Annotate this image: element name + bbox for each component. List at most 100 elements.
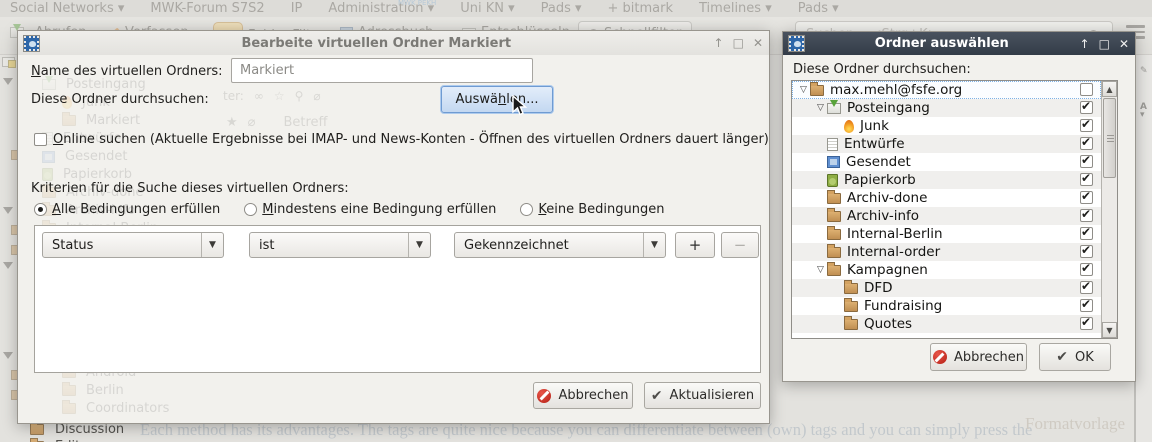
folder-icon <box>844 301 858 312</box>
expander-icon[interactable]: ▽ <box>814 265 827 275</box>
folder-tree-row[interactable]: DFD <box>792 279 1101 297</box>
match-mode-radio[interactable]: Mindestens eine Bedingung erfüllen <box>244 202 496 217</box>
maximize-button[interactable]: □ <box>1099 37 1110 51</box>
folder-checkbox[interactable] <box>1080 83 1093 96</box>
thunderbird-icon <box>789 36 804 51</box>
folder-name: Kampagnen <box>847 262 928 278</box>
folder-name: Archiv-info <box>847 208 919 224</box>
bookmark-item[interactable]: MWK-Forum S7S2 <box>150 1 264 16</box>
update-button[interactable]: ✔ Aktualisieren <box>644 382 761 409</box>
tree-expander-icon[interactable] <box>3 352 13 364</box>
tree-scrollbar[interactable]: ▲ ▼ <box>1101 81 1117 338</box>
trash-icon <box>42 168 53 181</box>
sent-icon <box>42 151 55 163</box>
folder-tree-row[interactable]: ▽Posteingang <box>792 99 1101 117</box>
online-search-checkbox[interactable] <box>34 133 47 146</box>
bookmark-item[interactable]: IP <box>291 1 303 16</box>
minimize-button[interactable]: ↑ <box>1080 37 1090 51</box>
folder-tree-row[interactable]: Junk <box>792 117 1101 135</box>
mouse-cursor <box>512 95 528 118</box>
maximize-button[interactable]: □ <box>733 36 744 50</box>
folder-tree-row[interactable]: Entwürfe <box>792 135 1101 153</box>
bookmark-item[interactable]: Social Networks ▾ <box>10 1 124 16</box>
folder-tree: ▽max.mehl@fsfe.org▽PosteingangJunkEntwür… <box>791 80 1118 339</box>
folder-tree-row[interactable]: Internal-order <box>792 243 1101 261</box>
ghost-folder-name: Posteingang <box>66 77 146 92</box>
match-mode-radio[interactable]: Keine Bedingungen <box>520 202 664 217</box>
folder-checkbox[interactable] <box>1080 281 1093 294</box>
folder-tree-row[interactable]: Archiv-info <box>792 207 1101 225</box>
folder-tree-row[interactable]: Archiv-done <box>792 189 1101 207</box>
ok-button[interactable]: ✔ OK <box>1039 343 1111 371</box>
folder-tree-row[interactable]: Fundraising <box>792 297 1101 315</box>
remove-criteria-button[interactable]: − <box>721 232 759 258</box>
folder-checkbox[interactable] <box>1080 119 1093 132</box>
cancel-icon <box>537 389 551 403</box>
folder-icon <box>827 211 841 222</box>
choose-folders-button[interactable]: Auswählen... <box>441 86 553 113</box>
dialog-title: Bearbeite virtuellen Ordner Markiert <box>45 36 708 51</box>
bookmark-item[interactable]: Uni KN ▾ <box>460 1 514 16</box>
match-mode-radio[interactable]: Alle Bedingungen erfüllen <box>34 202 220 217</box>
ghost-folder-row: Papierkorb <box>42 167 132 182</box>
bookmark-item[interactable]: + bitmark <box>608 1 674 16</box>
virtual-folder-name-input[interactable]: Markiert <box>231 58 533 83</box>
dialog-titlebar[interactable]: Bearbeite virtuellen Ordner Markiert ↑ □ ✕ <box>18 31 769 55</box>
folder-checkbox[interactable] <box>1080 263 1093 276</box>
folder-checkbox[interactable] <box>1080 101 1093 114</box>
folder-checkbox[interactable] <box>1080 317 1093 330</box>
scrollbar-thumb[interactable] <box>1103 98 1116 178</box>
close-button[interactable]: ✕ <box>753 36 763 50</box>
bookmark-item[interactable]: Timelines ▾ <box>699 1 772 16</box>
folder-checkbox[interactable] <box>1080 245 1093 258</box>
ghost-filterbar: ter:∞☆⚲⌀ <box>223 89 321 103</box>
edit-virtual-folder-dialog: Bearbeite virtuellen Ordner Markiert ↑ □ ✕… <box>17 30 770 424</box>
criteria-operator-select[interactable]: ist▼ <box>249 232 431 258</box>
criteria-attribute-select[interactable]: Status▼ <box>42 232 224 258</box>
minimize-button[interactable]: ↑ <box>714 36 724 50</box>
folder-tree-row[interactable]: ▽ Kampagnen <box>792 261 1101 279</box>
scroll-down-button[interactable]: ▼ <box>1102 322 1117 338</box>
radio-icon <box>34 203 47 216</box>
scroll-up-button[interactable]: ▲ <box>1102 81 1117 97</box>
expander-icon[interactable]: ▽ <box>797 85 810 95</box>
name-label: Name des virtuellen Ordners: <box>31 64 223 79</box>
folder-checkbox[interactable] <box>1080 227 1093 240</box>
ghost-folder-row: Berlin <box>62 383 124 398</box>
folder-tree-row[interactable]: Gesendet <box>792 153 1101 171</box>
inbox-icon <box>827 103 841 114</box>
bookmark-item[interactable]: Pads ▾ <box>798 1 839 16</box>
cancel-icon <box>933 350 947 364</box>
folder-tree-row[interactable]: Internal-Berlin <box>792 225 1101 243</box>
folder-tree-row[interactable]: ▽max.mehl@fsfe.org <box>792 81 1101 99</box>
format-template-label: Formatvorlage <box>1025 414 1125 434</box>
dialog-titlebar[interactable]: Ordner auswählen ↑□✕ <box>783 32 1135 55</box>
tree-expander-icon[interactable] <box>3 262 13 274</box>
folder-icon <box>827 265 841 276</box>
tree-expander-icon[interactable] <box>3 78 13 90</box>
folder-checkbox[interactable] <box>1080 137 1093 150</box>
folder-icon <box>827 193 841 204</box>
folder-checkbox[interactable] <box>1080 155 1093 168</box>
cancel-button[interactable]: Abbrechen <box>533 382 633 409</box>
criteria-value-select[interactable]: Gekennzeichnet▼ <box>454 232 666 258</box>
folder-tree-row[interactable]: Quotes <box>792 315 1101 333</box>
tree-expander-icon[interactable] <box>3 207 13 219</box>
bookmarks-toolbar: Social Networks ▾MWK-Forum S7S2IPAdminis… <box>0 0 1152 17</box>
chevron-down-icon: ▼ <box>408 233 430 257</box>
close-button[interactable]: ✕ <box>1119 37 1129 51</box>
folder-checkbox[interactable] <box>1080 191 1093 204</box>
folder-icon <box>810 85 824 96</box>
folder-checkbox[interactable] <box>1080 173 1093 186</box>
folder-checkbox[interactable] <box>1080 209 1093 222</box>
cancel-button[interactable]: Abbrechen <box>930 343 1027 371</box>
expander-icon[interactable]: ▽ <box>814 103 827 113</box>
bookmark-item[interactable]: Pads ▾ <box>541 1 582 16</box>
add-criteria-button[interactable]: + <box>675 232 715 258</box>
folder-tree-row[interactable]: Papierkorb <box>792 171 1101 189</box>
compose-column-icon: ✎ <box>1140 67 1148 75</box>
ghost-folder-name: Berlin <box>86 383 124 398</box>
folder-pane-row[interactable]: Discussion <box>30 422 124 437</box>
chevron-down-icon: ▼ <box>201 233 223 257</box>
folder-checkbox[interactable] <box>1080 299 1093 312</box>
